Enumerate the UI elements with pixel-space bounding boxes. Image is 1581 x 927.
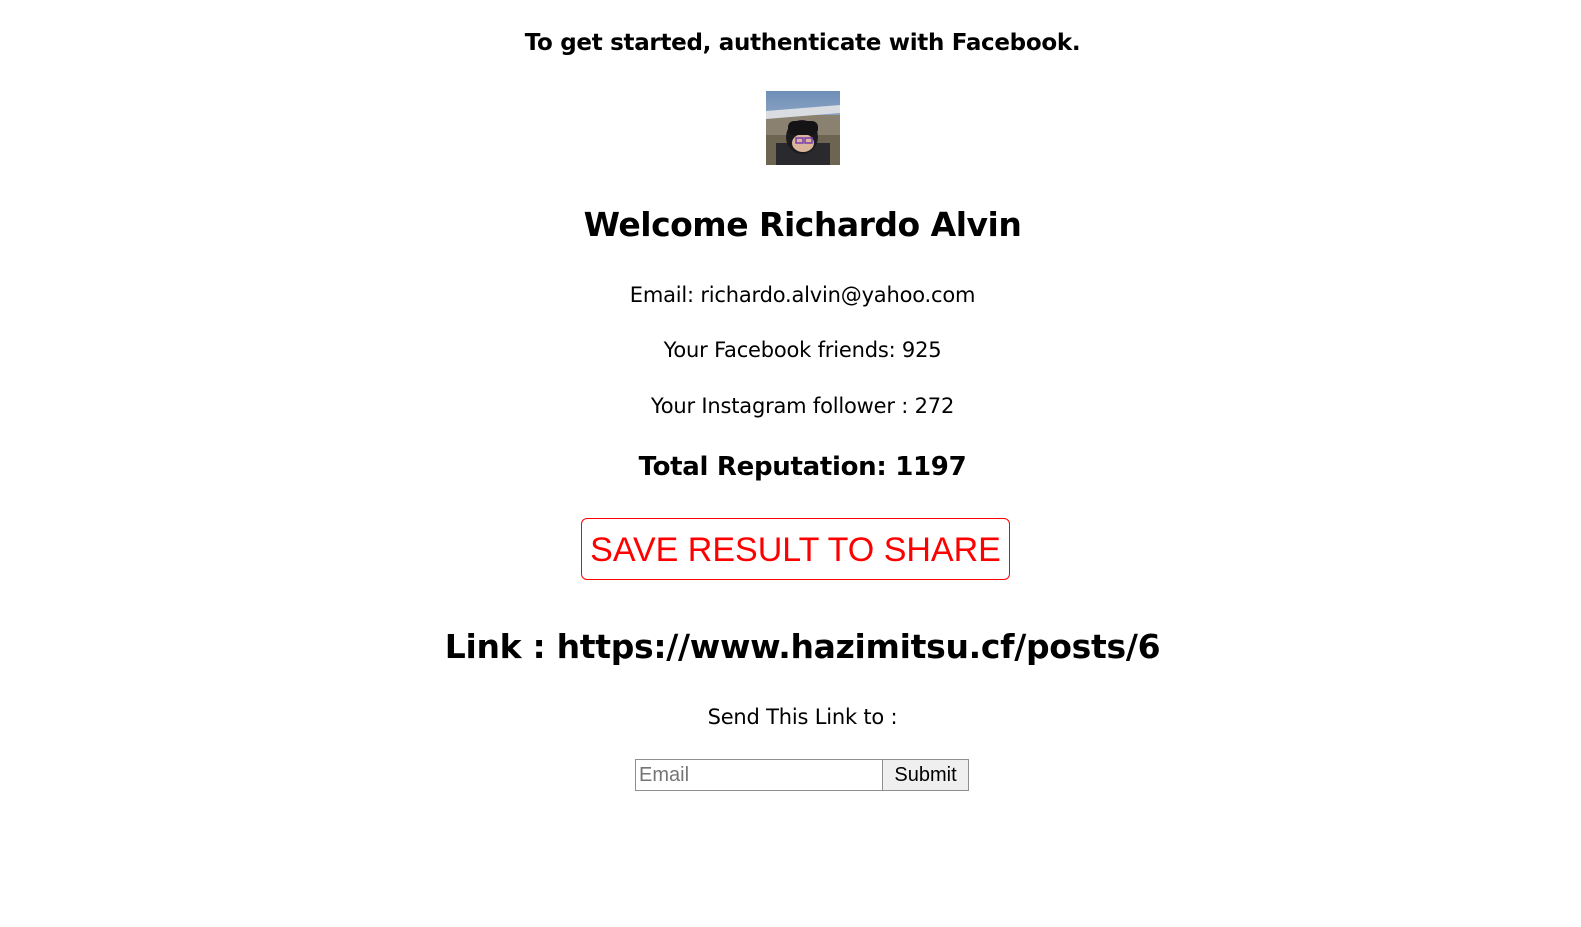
instagram-follower-count: Your Instagram follower : 272 <box>650 394 955 418</box>
user-email: Email: richardo.alvin@yahoo.com <box>629 283 976 307</box>
save-result-button[interactable]: SAVE RESULT TO SHARE <box>581 518 1010 580</box>
send-link-form: Submit <box>635 759 969 791</box>
profile-photo-icon <box>766 91 840 165</box>
total-reputation: Total Reputation: 1197 <box>638 452 967 482</box>
page: To get started, authenticate with Facebo… <box>0 0 1581 927</box>
share-link: Link : https://www.hazimitsu.cf/posts/6 <box>444 627 1161 666</box>
facebook-friends-count: Your Facebook friends: 925 <box>663 338 942 362</box>
avatar <box>766 91 840 165</box>
submit-button[interactable]: Submit <box>883 759 969 791</box>
welcome-heading: Welcome Richardo Alvin <box>583 205 1022 244</box>
auth-instruction: To get started, authenticate with Facebo… <box>524 30 1081 56</box>
email-input[interactable] <box>635 759 883 791</box>
send-link-label: Send This Link to : <box>707 705 898 729</box>
